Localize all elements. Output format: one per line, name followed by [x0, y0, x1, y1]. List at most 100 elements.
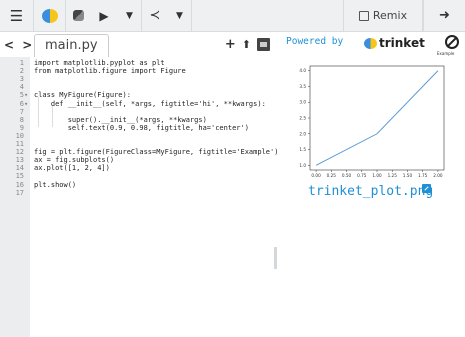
image-icon[interactable] [257, 38, 270, 51]
code-line[interactable]: 10 [0, 132, 276, 140]
trinket-logo-icon [364, 37, 377, 49]
line-number: 7 [19, 107, 24, 116]
chevron-down-icon: ▼ [176, 10, 183, 21]
share-button[interactable]: ≺ [142, 0, 168, 32]
save-icon [358, 10, 369, 21]
stop-icon[interactable] [445, 35, 459, 49]
y-tick-label: 1.5 [299, 147, 306, 152]
output-panel: Powered by trinket Example 1.0 1.5 2.0 2.5 3… [280, 32, 465, 337]
x-tick-label: 0.50 [342, 173, 352, 178]
line-number: 14 [15, 164, 24, 173]
line-number: 6 [19, 99, 24, 108]
code-line[interactable]: 17 [0, 189, 276, 197]
plot-filename[interactable]: trinket_plot.png [308, 184, 433, 199]
fold-toggle-icon[interactable]: ▾ [24, 91, 28, 99]
line-number: 1 [19, 59, 24, 67]
line-number: 5 [19, 91, 24, 100]
login-button[interactable]: ➜ [423, 0, 465, 32]
code-text: from matplotlib.figure import Figure [34, 67, 186, 76]
run-options-button[interactable]: ▼ [118, 0, 142, 32]
line-number: 12 [15, 148, 24, 157]
x-tick-label: 0.75 [357, 173, 367, 178]
code-line[interactable]: 15 [0, 172, 276, 180]
code-line[interactable]: 5 ▾ class MyFigure(Figure): [0, 91, 276, 99]
external-link-icon[interactable] [422, 184, 431, 193]
code-text: plt.show() [34, 180, 77, 189]
trinket-logo-icon [41, 8, 58, 23]
run-mode-button[interactable] [34, 0, 66, 32]
line-number: 13 [15, 156, 24, 165]
code-text: ax = fig.subplots() [34, 156, 115, 165]
line-number: 16 [15, 180, 24, 189]
code-text: super().__init__(*args, **kwargs) [34, 115, 207, 124]
x-tick-label: 1.75 [418, 173, 428, 178]
code-line[interactable]: 11 [0, 140, 276, 148]
tab-main-py[interactable]: main.py [34, 34, 109, 57]
line-number: 15 [15, 172, 24, 181]
line-number: 4 [19, 83, 24, 92]
y-tick-label: 2.5 [299, 116, 306, 121]
menu-icon: ☰ [9, 6, 24, 25]
add-file-icon[interactable]: + [225, 37, 236, 52]
code-line[interactable]: 2 from matplotlib.figure import Figure [0, 67, 276, 75]
code-text: ax.plot([1, 2, 4]) [34, 164, 110, 173]
x-tick-label: 2.00 [433, 173, 443, 178]
code-line[interactable]: 1 import matplotlib.pyplot as plt [0, 59, 276, 67]
code-text: fig = plt.figure(FigureClass=MyFigure, f… [34, 148, 279, 157]
line-number: 11 [15, 140, 24, 148]
editor-scrollbar[interactable] [274, 247, 277, 269]
run-button[interactable]: ▶ [90, 0, 118, 32]
code-line[interactable]: 16 plt.show() [0, 181, 276, 189]
fold-toggle-icon[interactable]: ▾ [24, 100, 28, 108]
code-line[interactable]: 8 super().__init__(*args, **kwargs) [0, 116, 276, 124]
remix-button[interactable]: Remix [343, 0, 423, 32]
y-tick-label: 2.0 [299, 131, 306, 136]
code-text: def __init__(self, *args, figtitle='hi',… [34, 99, 266, 108]
share-icon: ≺ [149, 8, 161, 23]
upload-icon[interactable]: ⬆ [242, 38, 251, 51]
code-line[interactable]: 13 ax = fig.subplots() [0, 156, 276, 164]
y-tick-label: 3.5 [299, 84, 306, 89]
plot-axes-frame [309, 65, 445, 171]
line-number: 17 [15, 188, 24, 197]
line-number: 10 [15, 131, 24, 140]
line-number: 2 [19, 67, 24, 76]
x-tick-label: 0.25 [327, 173, 337, 178]
code-line[interactable]: 4 [0, 83, 276, 91]
code-line[interactable]: 7 [0, 108, 276, 116]
x-tick-label: 0.00 [311, 173, 321, 178]
x-tick-label: 1.50 [403, 173, 413, 178]
code-text: class MyFigure(Figure): [34, 91, 131, 100]
menu-button[interactable]: ☰ [0, 0, 34, 32]
toolbar: ☰ ▶ ▼ ≺ ▼ Remix ➜ [0, 0, 465, 32]
brand-name: trinket [379, 36, 425, 50]
code-line[interactable]: 14 ax.plot([1, 2, 4]) [0, 164, 276, 172]
code-line[interactable]: 3 [0, 75, 276, 83]
python-button[interactable] [66, 0, 90, 32]
code-line[interactable]: 9 self.text(0.9, 0.98, figtitle, ha='cen… [0, 124, 276, 132]
remix-label: Remix [372, 9, 408, 22]
series-line [315, 70, 439, 166]
line-number: 8 [19, 115, 24, 124]
tab-nav-arrows[interactable]: < > [4, 38, 34, 52]
code-area[interactable]: 1 import matplotlib.pyplot as plt 2 from ma… [0, 57, 279, 337]
x-tick-label: 1.00 [372, 173, 382, 178]
code-line[interactable]: 12 fig = plt.figure(FigureClass=MyFigure,… [0, 148, 279, 157]
share-options-button[interactable]: ▼ [168, 0, 192, 32]
chevron-down-icon: ▼ [126, 10, 133, 21]
code-text: import matplotlib.pyplot as plt [34, 59, 165, 67]
x-tick-label: 1.25 [388, 173, 398, 178]
line-chart: 1.0 1.5 2.0 2.5 3.0 3.5 4.0 0.00 0.25 0.50 0.75 1.0… [299, 65, 445, 178]
trinket-logo[interactable]: trinket [364, 36, 425, 50]
code-line[interactable]: 6 ▾ def __init__(self, *args, figtitle='h… [0, 100, 276, 108]
line-number: 3 [19, 75, 24, 84]
play-icon: ▶ [99, 8, 109, 23]
code-editor: < > main.py + ⬆ 1 import matplotlib.pyplo… [0, 32, 279, 337]
y-tick-label: 4.0 [299, 68, 306, 73]
trinket-app: ☰ ▶ ▼ ≺ ▼ Remix ➜ < > main.py + ⬆ 1 impo… [0, 0, 465, 337]
editor-tabbar: < > main.py + ⬆ [0, 32, 276, 57]
code-text: self.text(0.9, 0.98, figtitle, ha='cente… [34, 123, 249, 132]
tab-actions: + ⬆ [225, 37, 270, 52]
line-number: 9 [19, 123, 24, 132]
